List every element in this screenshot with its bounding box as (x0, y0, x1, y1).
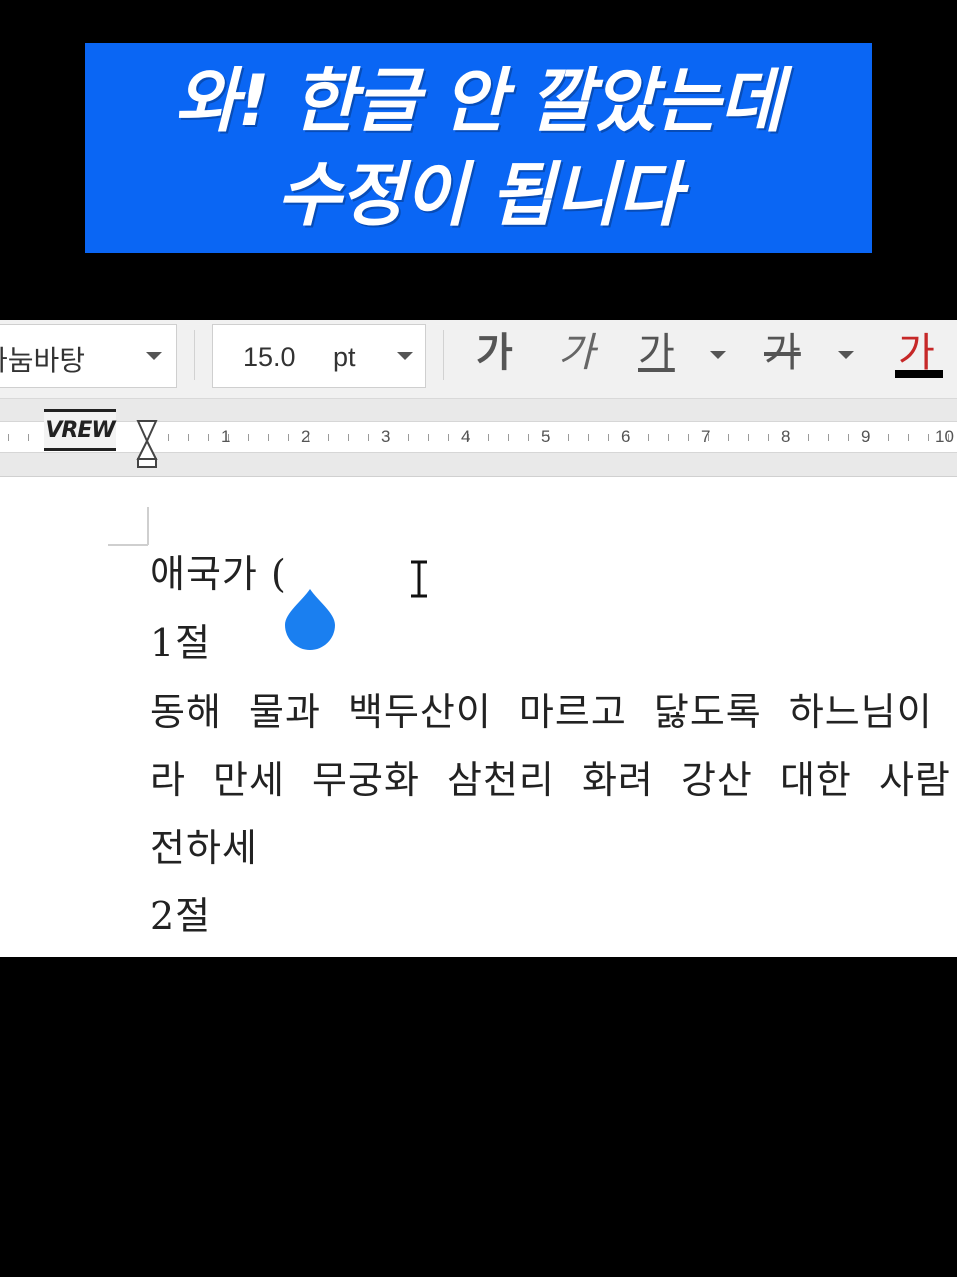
ruler-number: 9 (861, 427, 871, 446)
strikethrough-options-chevron-icon[interactable] (838, 351, 854, 359)
ruler-tick (408, 433, 409, 441)
ruler-tick (808, 433, 809, 441)
ruler-tick (768, 433, 769, 441)
ruler-tick (188, 433, 189, 441)
word-processor: 나눔바탕 15.0 pt 가 가 가 가 가 1 2 3 4 5 6 7 8 9 10 VREW (0, 320, 957, 957)
font-size-unit: pt (333, 342, 356, 372)
ruler-tick (8, 433, 9, 441)
ruler-tick (688, 433, 689, 441)
margin-corner-mark (108, 544, 148, 546)
italic-button[interactable]: 가 (558, 330, 595, 376)
ruler-tick (608, 433, 609, 441)
font-size-select[interactable]: 15.0 pt (212, 324, 426, 388)
doc-line-verse-2-heading[interactable]: 2절 (150, 885, 211, 940)
ruler-number: 5 (541, 427, 551, 446)
ruler-tick (28, 433, 29, 441)
ruler-tick (268, 433, 269, 441)
ruler: 1 2 3 4 5 6 7 8 9 10 VREW (0, 399, 957, 477)
strikethrough-button[interactable]: 가 (764, 330, 801, 376)
ruler-tick (428, 433, 429, 441)
ruler-tick (588, 433, 589, 441)
doc-line-title[interactable]: 애국가 ( (150, 543, 287, 598)
bold-button[interactable]: 가 (476, 330, 513, 376)
caption-line-2: 수정이 됩니다 (276, 154, 682, 236)
ruler-tick (488, 433, 489, 441)
ruler-tick (728, 433, 729, 441)
font-size-value: 15.0 (243, 342, 296, 372)
ruler-tick (328, 433, 329, 441)
underline-options-chevron-icon[interactable] (710, 351, 726, 359)
ruler-number: 2 (301, 427, 311, 446)
ruler-tick (528, 433, 529, 441)
ruler-number: 3 (381, 427, 391, 446)
ruler-tick (508, 433, 509, 441)
formatting-toolbar: 나눔바탕 15.0 pt 가 가 가 가 가 (0, 320, 957, 399)
ruler-number: 6 (621, 427, 631, 446)
toolbar-divider (443, 330, 444, 380)
ruler-number: 8 (781, 427, 791, 446)
vrew-watermark-text: VREW (45, 417, 115, 443)
ruler-tick (368, 433, 369, 441)
vrew-watermark-logo: VREW (44, 409, 116, 451)
ruler-tick (928, 433, 929, 441)
doc-line-verse-1-b[interactable]: 라 만세 무궁화 삼천리 화려 강산 대한 사람 대한으로 길이 보 (150, 749, 957, 804)
i-beam-cursor-icon (411, 560, 427, 598)
underline-button[interactable]: 가 (638, 330, 675, 376)
ruler-tick (568, 433, 569, 441)
chevron-down-icon (146, 352, 162, 360)
margin-corner-mark (147, 507, 149, 545)
ruler-tick (248, 433, 249, 441)
document-page[interactable]: 애국가 ( 1절 동해 물과 백두산이 마르고 닳도록 하느님이 보우하사 우리… (0, 477, 957, 957)
ruler-tick (288, 433, 289, 441)
font-name-value: 나눔바탕 (0, 344, 86, 377)
doc-line-verse-1-c[interactable]: 전하세 (150, 817, 258, 872)
ruler-tick (668, 433, 669, 441)
ruler-number: 1 (221, 427, 231, 446)
chevron-down-icon (397, 352, 413, 360)
indent-marker-icon[interactable] (136, 419, 158, 469)
font-name-select[interactable]: 나눔바탕 (0, 324, 177, 388)
doc-line-verse-1-heading[interactable]: 1절 (150, 612, 211, 667)
ruler-tick (648, 433, 649, 441)
ruler-number: 4 (461, 427, 471, 446)
selection-drop-handle-icon[interactable] (282, 587, 338, 651)
ruler-tick (448, 433, 449, 441)
ruler-tick (908, 433, 909, 441)
ruler-number: 10 (935, 427, 954, 446)
toolbar-divider (194, 330, 195, 380)
caption-line-1: 와! 한글 안 깔았는데 (174, 60, 783, 142)
ruler-tick (748, 433, 749, 441)
ruler-number: 7 (701, 427, 711, 446)
text-color-swatch (895, 370, 943, 378)
ruler-tick (168, 433, 169, 441)
ruler-tick (208, 433, 209, 441)
caption-banner: 와! 한글 안 깔았는데 수정이 됩니다 (85, 43, 872, 253)
ruler-tick (348, 433, 349, 441)
ruler-tick (828, 433, 829, 441)
ruler-tick (888, 433, 889, 441)
ruler-tick (848, 433, 849, 441)
doc-line-verse-1-a[interactable]: 동해 물과 백두산이 마르고 닳도록 하느님이 보우하사 우리나 (150, 681, 957, 736)
